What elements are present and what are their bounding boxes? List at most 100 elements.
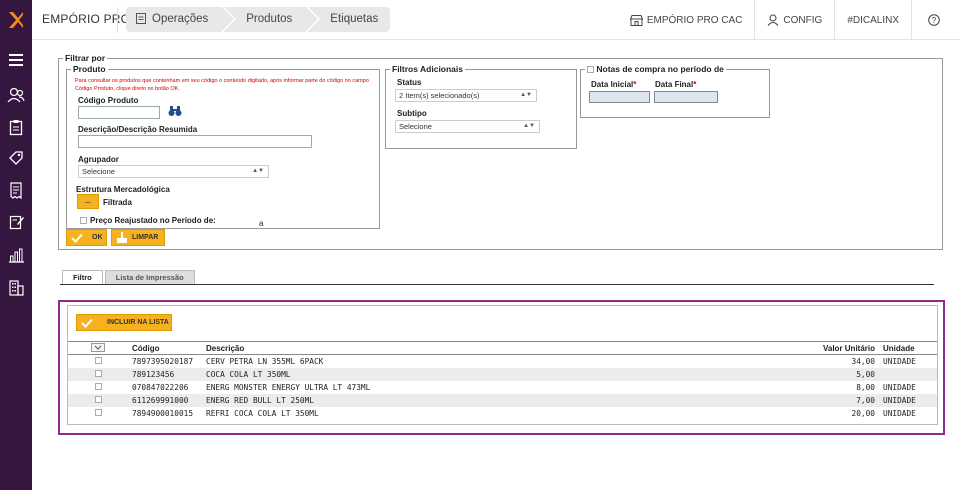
agrupador-label: Agrupador [78, 155, 119, 164]
table-row[interactable]: 611269991000 ENERG RED BULL LT 250ML 7,0… [68, 393, 937, 407]
status-value: 2 Item(s) selecionado(s) [399, 91, 480, 100]
broom-icon [117, 231, 127, 243]
header-actions: EMPÓRIO PRO CAC CONFIG #DICALINX ? [618, 0, 960, 40]
tab-filtro[interactable]: Filtro [62, 270, 103, 285]
cell-codigo: 7894900010015 [132, 408, 194, 418]
col-unidade[interactable]: Unidade [879, 341, 937, 355]
tab-divider [60, 284, 934, 285]
help-icon: ? [928, 14, 940, 26]
ok-button[interactable]: OK [66, 229, 107, 246]
breadcrumb-operacoes[interactable]: Operações [126, 7, 237, 32]
codigo-label: Código Produto [78, 96, 139, 105]
estrutura-picker-button[interactable]: ... [77, 194, 99, 209]
tag-icon[interactable] [6, 148, 26, 168]
estrutura-button-label: ... [85, 198, 91, 205]
limpar-label: LIMPAR [132, 234, 159, 241]
select-all-checkbox-icon[interactable] [91, 342, 105, 352]
store-icon [629, 14, 643, 26]
data-inicial-input[interactable] [589, 91, 650, 103]
help-button[interactable]: ? [912, 0, 960, 40]
produto-hint: Para consultar os produtos que contenham… [75, 78, 369, 92]
preco-reajustado-checkbox[interactable] [80, 217, 87, 224]
produto-legend: Produto [73, 64, 106, 74]
col-valor-unitario[interactable]: Valor Unitário [789, 341, 879, 355]
breadcrumb-produtos[interactable]: Produtos [224, 7, 321, 32]
status-select[interactable]: 2 Item(s) selecionado(s) ▲▼ [395, 89, 537, 102]
check-icon [71, 233, 83, 243]
menu-icon[interactable] [6, 50, 26, 70]
limpar-button[interactable]: LIMPAR [111, 229, 165, 246]
cell-valor: 8,00 [856, 382, 875, 392]
config-label: CONFIG [783, 14, 823, 26]
incluir-label: INCLUIR NA LISTA [107, 319, 169, 326]
results-grid-container: INCLUIR NA LISTA Código Descrição Valor … [67, 305, 938, 425]
breadcrumb: Operações Produtos Etiquetas [126, 7, 392, 32]
check-icon [81, 318, 93, 328]
notas-legend: Notas de compra no período de [585, 64, 726, 74]
results-panel: INCLUIR NA LISTA Código Descrição Valor … [58, 300, 945, 435]
config-link[interactable]: CONFIG [755, 0, 836, 40]
users-icon[interactable] [6, 85, 26, 105]
data-inicial-label: Data Inicial* [591, 80, 636, 89]
products-table: Código Descrição Valor Unitário Unidade … [68, 341, 937, 420]
filtros-adicionais-section: Filtros Adicionais [385, 64, 577, 149]
store-name: EMPÓRIO PRO CAC [646, 14, 743, 26]
col-descricao[interactable]: Descrição [202, 341, 789, 355]
tab-lista-impressao[interactable]: Lista de Impressão [104, 270, 195, 285]
cell-valor: 34,00 [851, 356, 875, 366]
cell-unidade: UNIDADE [883, 382, 916, 392]
cell-unidade [879, 367, 937, 381]
user-icon [768, 14, 779, 26]
cell-descricao: ENERG RED BULL LT 250ML [202, 393, 789, 407]
table-row[interactable]: 7894900010015 REFRI COCA COLA LT 350ML 2… [68, 407, 937, 420]
cell-descricao: REFRI COCA COLA LT 350ML [206, 408, 319, 418]
document-icon [136, 13, 146, 25]
breadcrumb-etiquetas[interactable]: Etiquetas [308, 7, 391, 32]
bar-chart-icon[interactable] [6, 245, 26, 265]
descricao-label: Descrição/Descrição Resumida [78, 125, 198, 134]
row-checkbox[interactable] [94, 395, 102, 403]
row-checkbox[interactable] [94, 369, 102, 377]
cell-codigo: 789123456 [128, 367, 202, 381]
row-checkbox[interactable] [94, 356, 102, 364]
codigo-produto-input[interactable] [78, 106, 160, 119]
table-header-row: Código Descrição Valor Unitário Unidade [68, 341, 937, 355]
select-all-header[interactable] [68, 341, 128, 355]
filter-legend: Filtrar por [65, 53, 106, 63]
dicalinx-label: #DICALINX [847, 14, 899, 26]
linx-logo-icon[interactable] [7, 10, 25, 30]
dicalinx-link[interactable]: #DICALINX [835, 0, 912, 40]
data-final-input[interactable] [654, 91, 718, 103]
cell-valor: 5,00 [789, 367, 879, 381]
subtipo-label: Subtipo [397, 109, 427, 118]
cell-descricao: CERV PETRA LN 355ML 6PACK [206, 356, 324, 366]
divider [117, 7, 118, 33]
estrutura-value: Filtrada [103, 198, 132, 207]
table-row[interactable]: 070847022206 ENERG MONSTER ENERGY ULTRA … [68, 381, 937, 394]
col-codigo[interactable]: Código [128, 341, 202, 355]
notas-checkbox[interactable] [587, 66, 594, 74]
edit-note-icon[interactable] [6, 212, 26, 232]
subtipo-select[interactable]: Selecione ▲▼ [395, 120, 540, 133]
building-icon[interactable] [6, 277, 26, 297]
cell-codigo: 7897395020187 [132, 356, 194, 366]
clipboard-icon[interactable] [6, 117, 26, 137]
row-checkbox[interactable] [94, 408, 102, 416]
store-selector[interactable]: EMPÓRIO PRO CAC [618, 0, 756, 40]
binoculars-icon[interactable] [168, 105, 182, 117]
row-checkbox[interactable] [94, 382, 102, 390]
agrupador-value: Selecione [82, 167, 115, 176]
chevron-updown-icon: ▲▼ [520, 92, 532, 98]
preco-reajustado-label: Preço Reajustado no Período de: [90, 216, 216, 225]
agrupador-select[interactable]: Selecione ▲▼ [78, 165, 269, 178]
breadcrumb-label: Etiquetas [330, 13, 379, 25]
table-row[interactable]: 789123456 COCA COLA LT 350ML 5,00 [68, 367, 937, 381]
data-final-text: Data Final [655, 80, 694, 89]
receipt-icon[interactable] [6, 180, 26, 200]
cell-descricao: COCA COLA LT 350ML [202, 367, 789, 381]
descricao-input[interactable] [78, 135, 312, 148]
data-inicial-text: Data Inicial [591, 80, 634, 89]
breadcrumb-label: Produtos [246, 13, 293, 25]
table-row[interactable]: 7897395020187 CERV PETRA LN 355ML 6PACK … [68, 355, 937, 368]
incluir-na-lista-button[interactable]: INCLUIR NA LISTA [76, 314, 172, 331]
